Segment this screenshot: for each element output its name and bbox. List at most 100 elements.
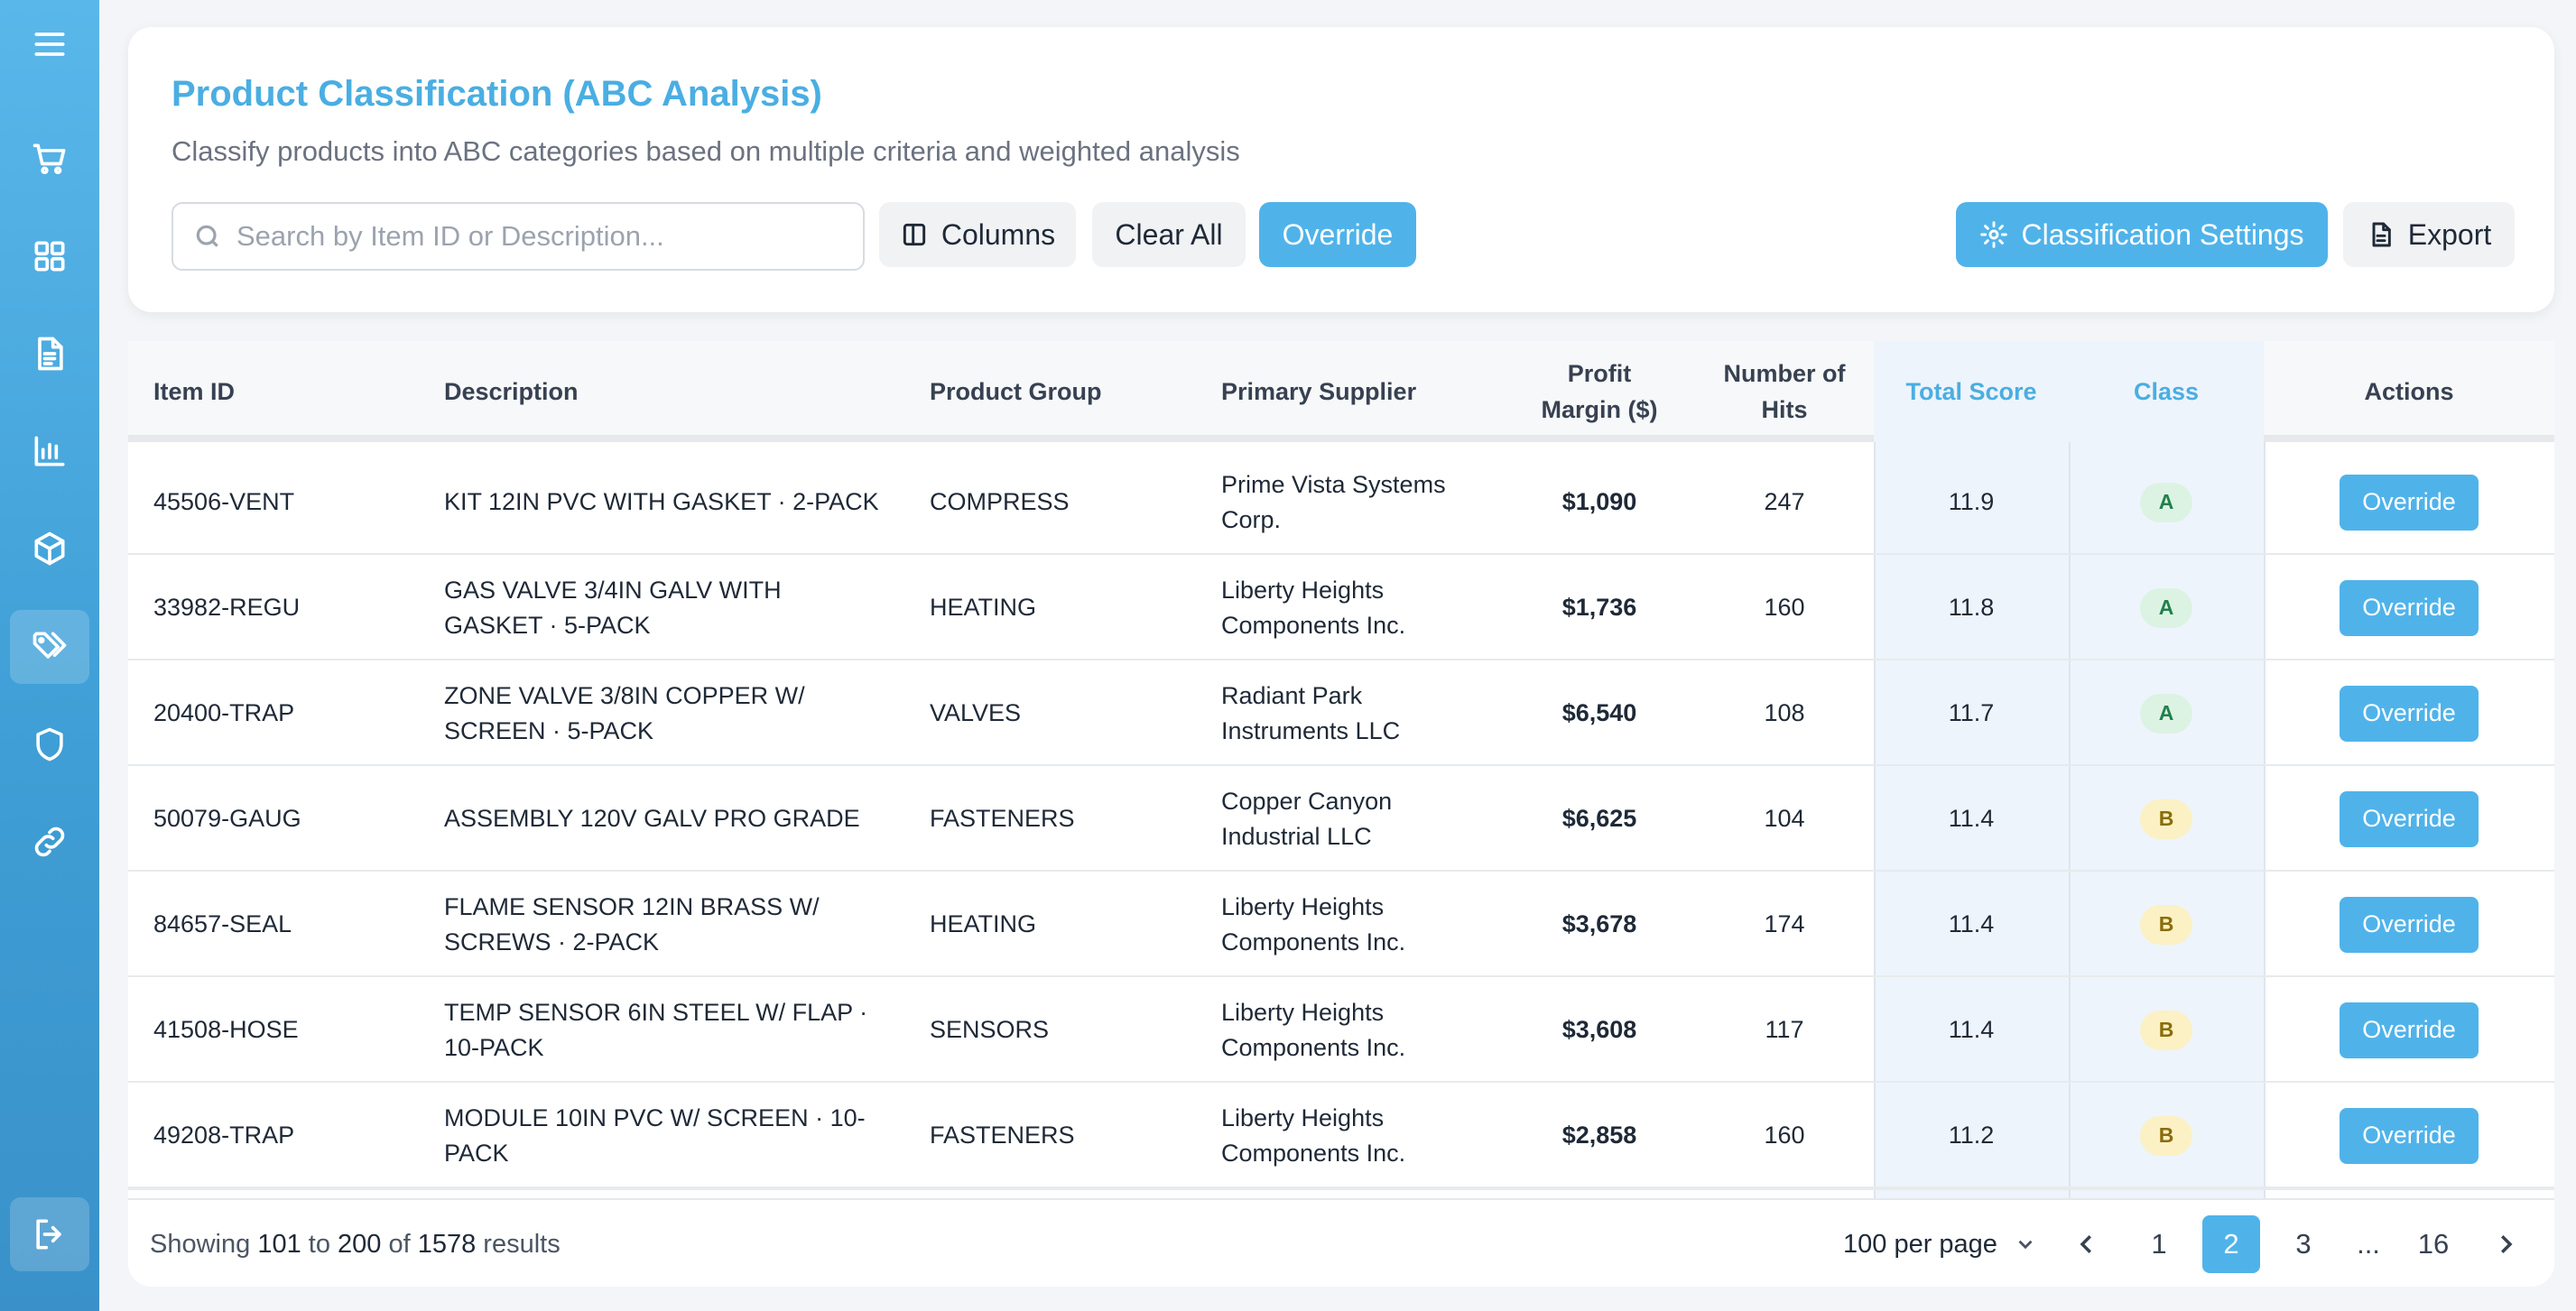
file-export-icon	[2372, 222, 2391, 247]
row-override-button[interactable]: Override	[2340, 579, 2479, 636]
header-primary-supplier[interactable]: Primary Supplier	[1221, 341, 1492, 442]
page-ellipsis: ...	[2357, 1228, 2380, 1260]
header-class[interactable]: Class	[2069, 341, 2264, 442]
logout-icon[interactable]	[10, 1197, 89, 1271]
cell-class: A	[2069, 449, 2264, 555]
cell-product-group-text: SENSORS	[930, 1016, 1050, 1043]
cell-product-group-text: HEATING	[930, 910, 1037, 937]
results-summary: Showing 101 to 200 of 1578 results	[150, 1229, 561, 1259]
table-row: 49208-TRAP MODULE 10IN PVC W/ SCREEN · 10…	[128, 1083, 2554, 1188]
class-badge: B	[2140, 1115, 2192, 1156]
cell-primary-supplier: Liberty Heights Components Inc.	[1221, 555, 1492, 660]
next-page-button[interactable]	[2477, 1215, 2534, 1273]
header-actions: Actions	[2364, 378, 2454, 405]
cell-primary-supplier: Liberty Heights Components Inc.	[1221, 977, 1492, 1083]
box-icon[interactable]	[10, 512, 89, 586]
cell-description: MODULE 10IN PVC W/ SCREEN · 10-PACK	[444, 1083, 913, 1188]
cell-description: TEMP SENSOR 6IN STEEL W/ FLAP · 10-PACK	[444, 977, 913, 1083]
search-icon	[196, 225, 218, 247]
cell-item-id: 84657-SEAL	[153, 872, 424, 977]
clear-all-button[interactable]: Clear All	[1092, 202, 1246, 267]
override-button[interactable]: Override	[1259, 202, 1416, 267]
cell-number-of-hits: 104	[1699, 766, 1870, 872]
cell-description-text: FLAME SENSOR 12IN BRASS W/ SCREWS · 2-PA…	[444, 892, 820, 956]
cell-description-text: GAS VALVE 3/4IN GALV WITH GASKET · 5-PAC…	[444, 576, 782, 639]
cell-primary-supplier: Liberty Heights Components Inc.	[1221, 872, 1492, 977]
row-override-button[interactable]: Override	[2340, 1002, 2479, 1058]
page-1-button[interactable]: 1	[2130, 1215, 2188, 1273]
cell-primary-supplier-text: Liberty Heights Components Inc.	[1221, 892, 1406, 956]
header-number-of-hits[interactable]: Number of Hits	[1699, 341, 1870, 442]
cell-total-score: 11.7	[1874, 660, 2069, 766]
prev-page-button[interactable]	[2058, 1215, 2116, 1273]
clear-all-button-label: Clear All	[1115, 217, 1223, 251]
cell-description-text: ZONE VALVE 3/8IN COPPER W/ SCREEN · 5-PA…	[444, 681, 805, 744]
cell-description: ZONE VALVE 3/8IN COPPER W/ SCREEN · 5-PA…	[444, 660, 913, 766]
header-product-group[interactable]: Product Group	[930, 341, 1200, 442]
header-item-id[interactable]: Item ID	[153, 341, 424, 442]
header-profit-margin[interactable]: Profit Margin ($)	[1509, 341, 1690, 442]
row-override-button[interactable]: Override	[2340, 896, 2479, 953]
cell-product-group: HEATING	[930, 872, 1200, 977]
row-divider	[128, 1188, 2554, 1190]
cell-description: ASSEMBLY 120V GALV PRO GRADE	[444, 766, 913, 872]
bar-chart-icon[interactable]	[10, 414, 89, 488]
cell-primary-supplier-text: Liberty Heights Components Inc.	[1221, 576, 1406, 639]
row-override-button[interactable]: Override	[2340, 1107, 2479, 1164]
per-page-label: 100 per page	[1843, 1229, 1997, 1259]
cell-total-score: 11.4	[1874, 766, 2069, 872]
cell-actions: Override	[2264, 555, 2554, 660]
row-override-button[interactable]: Override	[2340, 474, 2479, 531]
header-description[interactable]: Description	[444, 341, 913, 442]
classification-settings-button[interactable]: Classification Settings	[1956, 202, 2328, 267]
search-input[interactable]	[236, 220, 850, 253]
page-2-button[interactable]: 2	[2202, 1215, 2260, 1273]
cell-total-score-text: 11.7	[1948, 699, 1995, 726]
cell-product-group: SENSORS	[930, 977, 1200, 1083]
cell-product-group-text: FASTENERS	[930, 805, 1075, 832]
menu-icon[interactable]	[10, 7, 89, 81]
row-override-button[interactable]: Override	[2340, 790, 2479, 847]
cell-number-of-hits: 247	[1699, 449, 1870, 555]
export-button[interactable]: Export	[2343, 202, 2515, 267]
cell-item-id-text: 41508-HOSE	[153, 1016, 299, 1043]
table-row: 41508-HOSE TEMP SENSOR 6IN STEEL W/ FLAP …	[128, 977, 2554, 1083]
link-icon[interactable]	[10, 805, 89, 879]
header-card: Product Classification (ABC Analysis) Cl…	[128, 27, 2554, 312]
document-icon[interactable]	[10, 317, 89, 391]
grid-icon[interactable]	[10, 219, 89, 293]
cell-product-group-text: HEATING	[930, 594, 1037, 621]
cell-description-text: MODULE 10IN PVC W/ SCREEN · 10-PACK	[444, 1103, 866, 1167]
cell-number-of-hits-text: 160	[1764, 594, 1805, 621]
table-row: 45506-VENT KIT 12IN PVC WITH GASKET · 2-P…	[128, 449, 2554, 555]
cell-profit-margin-text: $6,625	[1561, 805, 1637, 832]
header-total-score[interactable]: Total Score	[1874, 341, 2069, 442]
columns-button[interactable]: Columns	[879, 202, 1076, 267]
cell-profit-margin-text: $2,858	[1561, 1122, 1637, 1149]
cell-profit-margin: $2,858	[1509, 1083, 1690, 1188]
results-total: 1578	[417, 1229, 477, 1259]
cell-item-id-text: 49208-TRAP	[153, 1122, 295, 1149]
tags-icon[interactable]	[10, 610, 89, 684]
table-header: Item ID Description Product Group Primar…	[128, 341, 2554, 442]
page-subtitle: Classify products into ABC categories ba…	[171, 135, 1240, 167]
cell-primary-supplier: Copper Canyon Industrial LLC	[1221, 766, 1492, 872]
page-16-button[interactable]: 16	[2405, 1215, 2462, 1273]
cell-item-id-text: 20400-TRAP	[153, 699, 295, 726]
cell-product-group-text: COMPRESS	[930, 488, 1070, 515]
cell-total-score: 11.4	[1874, 977, 2069, 1083]
class-badge: A	[2140, 587, 2192, 628]
search-box[interactable]	[171, 202, 865, 271]
cell-total-score-text: 11.4	[1948, 910, 1995, 937]
shield-icon[interactable]	[10, 707, 89, 781]
page-3-button[interactable]: 3	[2275, 1215, 2332, 1273]
row-override-button[interactable]: Override	[2340, 685, 2479, 742]
cell-profit-margin-text: $3,678	[1561, 910, 1637, 937]
table-row: 50079-GAUG ASSEMBLY 120V GALV PRO GRADE FA…	[128, 766, 2554, 872]
per-page-select[interactable]: 100 per page	[1843, 1200, 2037, 1287]
cell-product-group-text: VALVES	[930, 699, 1022, 726]
cell-product-group: HEATING	[930, 555, 1200, 660]
cell-profit-margin: $6,625	[1509, 766, 1690, 872]
cart-icon[interactable]	[10, 122, 89, 196]
cell-profit-margin: $1,090	[1509, 449, 1690, 555]
